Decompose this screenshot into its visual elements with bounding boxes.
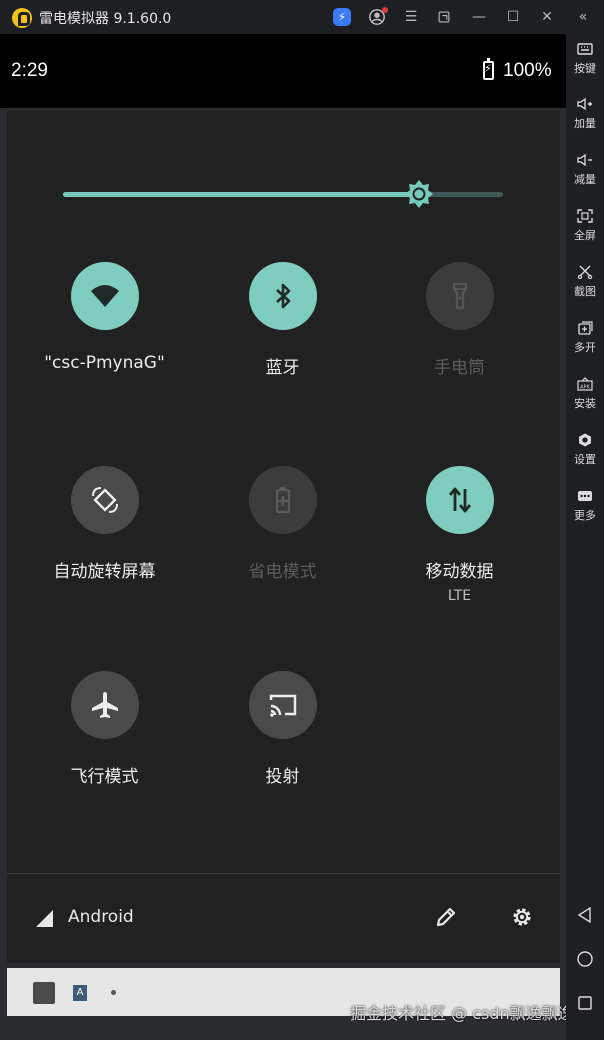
- sidebar-item-label: 更多: [574, 509, 596, 522]
- mobile-data-icon: [448, 487, 471, 513]
- minimize-icon[interactable]: —: [468, 6, 490, 28]
- sidebar-item-label: 安装: [574, 397, 596, 410]
- tile-wifi[interactable]: "csc-PmynaG": [16, 262, 193, 373]
- user-account-icon[interactable]: [366, 6, 388, 28]
- tile-battery-saver-button[interactable]: [248, 466, 317, 534]
- tile-airplane-mode-button[interactable]: [70, 671, 139, 739]
- font-app-icon: A: [73, 985, 87, 1001]
- tile-mobile-data-button[interactable]: [425, 466, 494, 534]
- sidebar-item-screenshot[interactable]: 截图: [566, 265, 604, 299]
- sidebar-item-label: 按键: [574, 62, 596, 75]
- sidebar-item-settings[interactable]: 设置: [566, 433, 604, 467]
- emulator-sidebar: 按键 加量 减量 全屏 截图 多开 APK 安装 设置 更多: [566, 34, 604, 1040]
- volume-down-icon: [577, 153, 592, 167]
- fullscreen-icon: [577, 209, 593, 223]
- sidebar-item-label: 多开: [574, 341, 596, 354]
- tile-bluetooth-label: 蓝牙: [265, 358, 300, 378]
- carrier-name: Android: [68, 907, 134, 927]
- pencil-icon[interactable]: [434, 905, 458, 929]
- watermark-text: 掘金技术社区 @ csdn飘逸飘逸: [350, 1004, 566, 1023]
- back-nav-icon[interactable]: [576, 906, 594, 924]
- tile-cast-button[interactable]: [248, 671, 317, 739]
- quick-settings-panel: "csc-PmynaG" 蓝牙 手电筒 自动旋转屏幕 省电模式 移动数据 LTE…: [7, 110, 560, 963]
- sidebar-item-volume-up[interactable]: 加量: [566, 97, 604, 131]
- recents-nav-icon[interactable]: [576, 994, 594, 1012]
- boost-icon[interactable]: ⚡: [333, 8, 351, 26]
- tile-cast-label: 投射: [265, 767, 300, 787]
- title-bar: 雷电模拟器 9.1.60.0 ⚡ ☰ — ☐ ✕ «: [0, 0, 604, 34]
- sidebar-item-keymap[interactable]: 按键: [566, 42, 604, 76]
- multi-instance-icon: [578, 321, 593, 335]
- brightness-thumb-icon[interactable]: [404, 179, 434, 209]
- tile-auto-rotate-button[interactable]: [70, 466, 139, 534]
- window-title: 雷电模拟器 9.1.60.0: [39, 11, 172, 27]
- tile-auto-rotate-label: 自动旋转屏幕: [53, 562, 156, 582]
- keyboard-icon: [577, 43, 593, 55]
- sidebar-item-label: 全屏: [574, 229, 596, 242]
- notification-dot: [382, 7, 388, 13]
- maximize-icon[interactable]: ☐: [502, 6, 524, 28]
- android-screen: 2:29 100% "csc-PmynaG": [0, 34, 566, 1040]
- tile-airplane-mode[interactable]: 飞行模式: [16, 671, 193, 787]
- cast-icon: [269, 694, 296, 717]
- flashlight-icon: [452, 282, 467, 310]
- more-icon: [578, 491, 592, 501]
- sidebar-item-label: 加量: [574, 117, 596, 130]
- battery-percentage: 100%: [503, 60, 552, 81]
- app-notification-icon: [33, 982, 55, 1004]
- popout-icon[interactable]: [433, 6, 455, 28]
- battery-charging-icon: [483, 58, 494, 80]
- emulator-window: 雷电模拟器 9.1.60.0 ⚡ ☰ — ☐ ✕ « 2:29 100%: [0, 0, 604, 1040]
- tile-wifi-button[interactable]: [70, 262, 139, 330]
- svg-text:APK: APK: [580, 385, 590, 391]
- status-bar: 2:29 100%: [0, 34, 566, 108]
- more-notifications-dot: [111, 990, 116, 995]
- sidebar-item-volume-down[interactable]: 减量: [566, 153, 604, 187]
- airplane-icon: [91, 692, 118, 718]
- sidebar-item-label: 截图: [574, 285, 596, 298]
- collapse-sidebar-icon[interactable]: «: [572, 6, 594, 28]
- bluetooth-icon: [275, 283, 290, 309]
- quick-settings-divider: [7, 873, 560, 874]
- tile-bluetooth-button[interactable]: [248, 262, 317, 330]
- tile-battery-saver[interactable]: 省电模式: [194, 466, 371, 582]
- tile-mobile-data-sublabel: LTE: [447, 588, 472, 604]
- apk-icon: APK: [577, 377, 593, 391]
- tile-mobile-data[interactable]: 移动数据 LTE: [371, 466, 548, 604]
- scissors-icon: [577, 265, 593, 279]
- close-icon[interactable]: ✕: [536, 6, 558, 28]
- tile-flashlight-button[interactable]: [425, 262, 494, 330]
- tile-flashlight-label: 手电筒: [434, 358, 485, 378]
- brightness-slider[interactable]: [63, 180, 503, 208]
- menu-icon[interactable]: ☰: [400, 6, 422, 28]
- tile-mobile-data-label: 移动数据: [425, 562, 494, 582]
- gear-icon: [579, 433, 591, 447]
- wifi-icon: [90, 285, 119, 307]
- gear-icon[interactable]: [510, 905, 534, 929]
- tile-cast[interactable]: 投射: [194, 671, 371, 787]
- tile-battery-saver-label: 省电模式: [248, 562, 317, 582]
- status-clock: 2:29: [11, 60, 48, 81]
- tile-auto-rotate[interactable]: 自动旋转屏幕: [16, 466, 193, 582]
- sidebar-item-label: 减量: [574, 173, 596, 186]
- tile-bluetooth[interactable]: 蓝牙: [194, 262, 371, 378]
- sidebar-item-label: 设置: [574, 453, 596, 466]
- rotate-icon: [91, 487, 118, 513]
- sidebar-item-install-apk[interactable]: APK 安装: [566, 377, 604, 411]
- sidebar-item-more[interactable]: 更多: [566, 489, 604, 523]
- cell-signal-icon: [36, 910, 53, 927]
- tile-flashlight[interactable]: 手电筒: [371, 262, 548, 378]
- sidebar-item-fullscreen[interactable]: 全屏: [566, 209, 604, 243]
- brightness-slider-fill: [63, 192, 420, 197]
- app-logo-icon: [12, 8, 32, 28]
- tile-wifi-label: "csc-PmynaG": [44, 353, 165, 373]
- home-nav-icon[interactable]: [576, 950, 594, 968]
- battery-saver-icon: [275, 487, 290, 514]
- volume-up-icon: [577, 97, 592, 111]
- sidebar-item-multi-instance[interactable]: 多开: [566, 321, 604, 355]
- tile-airplane-mode-label: 飞行模式: [70, 767, 139, 787]
